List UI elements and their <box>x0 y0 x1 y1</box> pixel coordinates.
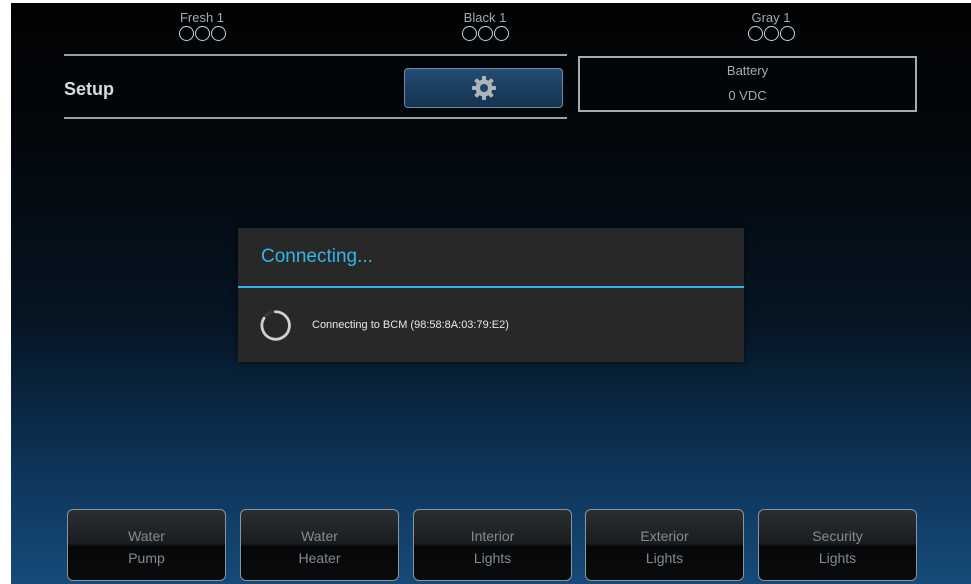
button-label-line2: Pump <box>128 550 165 566</box>
dialog-message: Connecting to BCM (98:58:8A:03:79:E2) <box>312 319 509 331</box>
exterior-lights-button[interactable]: Exterior Lights <box>585 509 744 581</box>
dialog-divider <box>238 286 744 288</box>
level-dot-icon <box>461 26 477 41</box>
tank-black: Black 1 <box>425 11 545 41</box>
tank-gray: Gray 1 <box>711 11 831 41</box>
battery-panel: Battery 0 VDC <box>578 56 917 112</box>
tank-label: Black 1 <box>463 10 507 25</box>
divider <box>64 117 567 119</box>
button-label-line2: Heater <box>298 550 341 566</box>
settings-button[interactable] <box>404 68 563 108</box>
level-dot-icon <box>779 26 795 41</box>
level-dot-icon <box>763 26 779 41</box>
connecting-dialog: Connecting... Connecting to BCM (98:58:8… <box>238 228 744 362</box>
water-heater-button[interactable]: Water Heater <box>240 509 399 581</box>
spinner-icon <box>260 310 291 341</box>
button-label-line2: Lights <box>473 550 512 566</box>
button-label-line1: Exterior <box>640 528 689 544</box>
battery-title: Battery <box>726 63 769 78</box>
interior-lights-button[interactable]: Interior Lights <box>413 509 572 581</box>
gear-icon <box>471 76 496 100</box>
battery-value: 0 VDC <box>728 88 767 103</box>
level-dot-icon <box>210 26 226 41</box>
setup-label: Setup <box>64 79 115 99</box>
app-screen: Fresh 1 Black 1 Gray 1 Setup Battery 0 V… <box>11 3 971 584</box>
button-label-line1: Water <box>128 528 165 544</box>
button-label-line1: Water <box>301 528 338 544</box>
security-lights-button[interactable]: Security Lights <box>758 509 917 581</box>
dialog-title: Connecting... <box>261 246 373 267</box>
divider <box>64 54 567 56</box>
level-dot-icon <box>178 26 194 41</box>
button-label-line1: Interior <box>470 528 515 544</box>
button-label-line2: Lights <box>645 550 684 566</box>
button-label-line1: Security <box>812 528 863 544</box>
tank-fresh: Fresh 1 <box>142 11 262 41</box>
tank-label: Gray 1 <box>751 10 791 25</box>
tank-level-indicator <box>425 26 545 41</box>
tank-label: Fresh 1 <box>179 10 225 25</box>
level-dot-icon <box>747 26 763 41</box>
tank-level-indicator <box>142 26 262 41</box>
level-dot-icon <box>477 26 493 41</box>
tank-level-indicator <box>711 26 831 41</box>
water-pump-button[interactable]: Water Pump <box>67 509 226 581</box>
button-label-line2: Lights <box>818 550 857 566</box>
level-dot-icon <box>493 26 509 41</box>
level-dot-icon <box>194 26 210 41</box>
